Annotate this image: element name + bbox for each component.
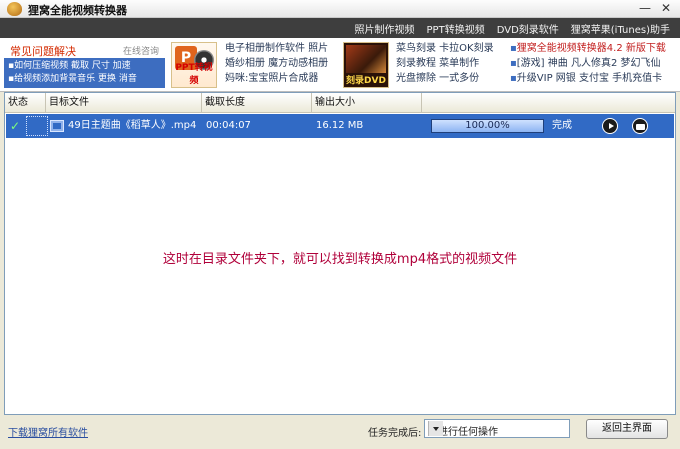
chevron-down-icon[interactable] [428,421,443,436]
minimize-button[interactable]: — [638,1,652,15]
conversion-progress-bar: 100.00% [431,119,544,133]
menu-link-ppt-video[interactable]: PPT转换视频 [427,21,485,36]
promo-link[interactable]: 婚纱相册 魔方动感相册 [225,56,328,71]
app-logo-icon [7,2,22,16]
ppt-to-video-banner[interactable]: P PPT转视频 [171,42,217,88]
footer-bar: 下载狸窝所有软件 任务完成后: 不进行任何操作 返回主界面 [0,415,680,449]
row-status-text: 完成 [552,120,572,131]
progress-text: 100.00% [465,120,510,131]
after-task-label: 任务完成后: [368,428,422,439]
row-focus-box [26,116,48,136]
table-row[interactable]: ✓ 49日主题曲《稻草人》.mp4 00:04:07 16.12 MB 100.… [6,114,674,138]
promo-link[interactable]: 妈咪:宝宝照片合成器 [225,71,328,86]
promo-link[interactable]: 光盘擦除 一式多份 [396,71,494,86]
promo-link[interactable]: ▪升级VIP 网银 支付宝 手机充值卡 [510,71,666,86]
menu-link-itunes-helper[interactable]: 狸窝苹果(iTunes)助手 [571,21,670,36]
promo-links-dvd: 菜鸟刻录 卡拉OK刻录 刻录教程 菜单制作 光盘擦除 一式多份 [396,41,494,86]
table-header: 状态 目标文件 截取长度 输出大小 [5,93,675,113]
row-duration: 00:04:07 [206,120,251,131]
download-all-link[interactable]: 下载狸窝所有软件 [8,424,88,439]
faq-links-box: ▪如何压缩视频 截取 尺寸 加速 ▪给视频添加背景音乐 更换 消音 [4,58,165,88]
promo-link[interactable]: 菜鸟刻录 卡拉OK刻录 [396,41,494,56]
promo-links-album: 电子相册制作软件 照片 婚纱相册 魔方动感相册 妈咪:宝宝照片合成器 [225,41,328,86]
column-header-progress [422,93,675,112]
menu-link-dvd-burn[interactable]: DVD刻录软件 [497,21,559,36]
column-header-size[interactable]: 输出大小 [312,93,422,112]
promo-link[interactable]: 电子相册制作软件 照片 [225,41,328,56]
row-file-name: 49日主题曲《稻草人》.mp4 [68,120,197,131]
dvd-cover-image [346,45,386,73]
online-consult-link[interactable]: 在线咨询 [123,44,159,57]
dvd-banner-caption: 刻录DVD [346,76,386,86]
open-folder-icon[interactable] [632,118,648,134]
promo-link[interactable]: ▪狸窝全能视频转换器4.2 新版下载 [510,41,666,56]
menu-link-photo-video[interactable]: 照片制作视频 [355,21,415,36]
column-header-status[interactable]: 状态 [5,93,46,112]
row-size: 16.12 MB [316,120,364,131]
top-menu-bar: 照片制作视频 PPT转换视频 DVD刻录软件 狸窝苹果(iTunes)助手 [0,18,680,38]
column-header-target[interactable]: 目标文件 [46,93,202,112]
promo-link[interactable]: 刻录教程 菜单制作 [396,56,494,71]
promo-link[interactable]: ▪[游戏] 神曲 凡人修真2 梦幻飞仙 [510,56,666,71]
faq-title[interactable]: 常见问题解决 [10,43,76,59]
check-icon[interactable]: ✓ [10,119,24,133]
promo-area: 常见问题解决 在线咨询 ▪如何压缩视频 截取 尺寸 加速 ▪给视频添加背景音乐 … [0,38,680,92]
faq-link-music[interactable]: ▪给视频添加背景音乐 更换 消音 [8,73,161,86]
play-icon[interactable] [602,118,618,134]
window-title: 狸窝全能视频转换器 [28,4,127,17]
faq-link-compress[interactable]: ▪如何压缩视频 截取 尺寸 加速 [8,60,161,73]
ppt-banner-caption: PPT转视频 [175,63,213,86]
promo-links-news: ▪狸窝全能视频转换器4.2 新版下载 ▪[游戏] 神曲 凡人修真2 梦幻飞仙 ▪… [510,41,666,86]
task-table[interactable]: 状态 目标文件 截取长度 输出大小 ✓ 49日主题曲《稻草人》.mp4 00:0… [4,92,676,415]
after-task-select[interactable]: 不进行任何操作 [424,419,570,438]
back-to-main-button[interactable]: 返回主界面 [586,419,668,439]
column-header-duration[interactable]: 截取长度 [202,93,312,112]
burn-dvd-banner[interactable]: 刻录DVD [343,42,389,88]
faq-panel: 常见问题解决 在线咨询 ▪如何压缩视频 截取 尺寸 加速 ▪给视频添加背景音乐 … [4,41,165,89]
video-file-icon [50,120,64,132]
annotation-text: 这时在目录文件夹下，就可以找到转换成mp4格式的视频文件 [162,252,518,267]
close-button[interactable]: ✕ [659,1,673,15]
title-bar: 狸窝全能视频转换器 — ✕ [0,0,680,18]
